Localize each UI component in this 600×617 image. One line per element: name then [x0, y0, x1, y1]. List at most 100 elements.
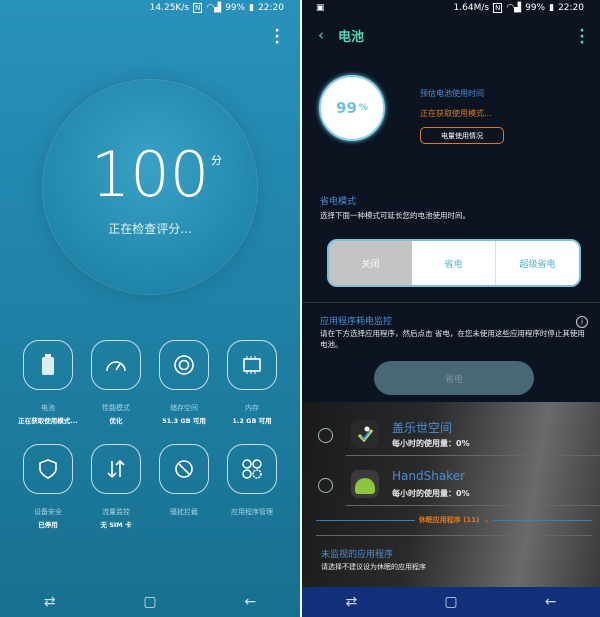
galaxy-space-app-icon — [351, 420, 379, 448]
block-icon — [175, 460, 193, 478]
tile-sub: 优化 — [109, 417, 123, 425]
unmonitored-apps-title[interactable]: 未监视的应用程序 — [321, 547, 393, 560]
tile-memory[interactable]: 内存 1.2 GB 可用 — [218, 340, 286, 425]
score-value: 100 — [90, 138, 210, 211]
more-options-icon[interactable]: · · · — [274, 24, 280, 50]
sleeping-apps-label: 休眠应用程序 (11) — [418, 516, 480, 524]
battery-icon — [42, 354, 54, 375]
tile-sub: 已停用 — [38, 521, 58, 529]
divider — [346, 505, 600, 506]
chevron-down-icon: ⌄ — [483, 516, 490, 524]
app-monitor-desc: 请在下方选择应用程序，然后点击 省电，在您未使用这些应用程序时停止其使用电池。 — [320, 329, 585, 349]
feature-grid: 电池正在获取使用模式... 性能模式优化 储存空间 51.3 GB 可用 内存 1.… — [14, 340, 286, 529]
clock: 22:20 — [258, 3, 284, 13]
tile-block-calls[interactable]: 骚扰拦截 — [150, 444, 218, 528]
device-maintenance-screen: 14.25K/s N ◠▟ 99% ▮ 22:20 · · · 100 分 正在检查… — [0, 0, 300, 617]
save-power-button[interactable]: 省电 — [374, 361, 534, 395]
network-speed: 14.25K/s — [149, 3, 190, 13]
power-saving-title: 省电模式 — [320, 197, 357, 207]
tile-label: 性能模式 — [102, 404, 130, 412]
more-options-icon[interactable]: · · · — [579, 24, 585, 50]
mode-off[interactable]: 关闭 — [329, 241, 412, 285]
back-icon[interactable]: ← — [244, 594, 256, 610]
storage-icon — [174, 355, 194, 375]
power-mode-selector: 关闭 省电 超级省电 — [327, 239, 581, 287]
app-name: 盖乐世空间 — [392, 421, 453, 435]
battery-screen: ▣ 1.64M/s N ◠▟ 99% ▮ 22:20 ‹ 电池 · · · 99% … — [302, 0, 600, 617]
wifi-signal-icon: ◠▟ — [506, 3, 522, 13]
list-item[interactable]: 盖乐世空间 每小时的使用量：0% — [302, 406, 600, 456]
tile-storage[interactable]: 储存空间 51.3 GB 可用 — [150, 340, 218, 425]
app-radio[interactable] — [318, 478, 333, 493]
divider — [302, 302, 600, 303]
tile-performance[interactable]: 性能模式 优化 — [82, 340, 150, 425]
app-bar: ‹ 电池 — [302, 22, 600, 48]
checking-status: 正在检查评分... — [108, 222, 192, 236]
network-speed: 1.64M/s — [453, 3, 490, 13]
clock: 22:20 — [558, 3, 584, 13]
back-arrow-icon[interactable]: ‹ — [318, 26, 324, 44]
tile-label: 应用程序管理 — [231, 508, 273, 516]
memory-chip-icon — [243, 356, 261, 374]
estimate-label: 预估电池使用时间 — [420, 89, 484, 98]
home-icon[interactable]: ▢ — [444, 594, 457, 610]
status-bar: ▣ 1.64M/s N ◠▟ 99% ▮ 22:20 — [302, 0, 600, 16]
app-monitor-title: 应用程序耗电监控 — [320, 317, 393, 327]
navigation-bar: ⇄ ▢ ← — [0, 587, 300, 617]
app-usage: 每小时的使用量：0% — [392, 489, 470, 498]
battery-level: 99% — [525, 3, 546, 13]
battery-level: 99% — [225, 3, 246, 13]
mode-ultra-power-saving[interactable]: 超级省电 — [496, 241, 579, 285]
tile-label: 流量监控 — [102, 508, 130, 516]
shield-icon — [39, 459, 57, 479]
battery-percent: 99 — [336, 99, 357, 117]
score-circle[interactable]: 100 分 正在检查评分... — [43, 80, 257, 294]
battery-status-icon: ▮ — [249, 3, 255, 13]
battery-status-icon: ▮ — [549, 3, 555, 13]
list-item[interactable]: HandShaker 每小时的使用量：0% — [302, 456, 600, 506]
app-usage: 每小时的使用量：0% — [392, 439, 470, 448]
tile-label: 电池 — [41, 404, 55, 412]
navigation-bar: ⇄ ▢ ← — [302, 587, 600, 617]
unmonitored-apps-desc: 请选择不建议设为休眠的应用程序 — [321, 563, 426, 571]
wifi-signal-icon: ◠▟ — [206, 3, 222, 13]
tile-security[interactable]: 设备安全 已停用 — [14, 444, 82, 529]
tile-sub: 正在获取使用模式... — [18, 417, 78, 425]
app-radio[interactable] — [318, 428, 333, 443]
recents-icon[interactable]: ⇄ — [346, 594, 358, 610]
back-icon[interactable]: ← — [545, 594, 557, 610]
home-icon[interactable]: ▢ — [143, 594, 156, 610]
tile-data-monitor[interactable]: 流量监控无 SIM 卡 — [82, 444, 150, 529]
tile-battery[interactable]: 电池正在获取使用模式... — [14, 340, 82, 425]
status-bar: 14.25K/s N ◠▟ 99% ▮ 22:20 — [0, 0, 300, 16]
screenshot-notification-icon: ▣ — [316, 3, 325, 13]
tile-label: 骚扰拦截 — [170, 508, 198, 516]
apps-gear-icon — [242, 459, 262, 479]
mode-power-saving[interactable]: 省电 — [412, 241, 496, 285]
app-name: HandShaker — [392, 469, 466, 483]
usage-mode-status: 正在获取使用模式... — [420, 109, 492, 118]
percent-sign: % — [358, 103, 368, 113]
tile-label: 储存空间 — [170, 404, 198, 412]
divider — [316, 535, 592, 536]
app-list: 盖乐世空间 每小时的使用量：0% HandShaker 每小时的使用量：0% 休… — [302, 402, 600, 587]
battery-percent-circle: 99% — [319, 75, 385, 141]
info-icon[interactable]: i — [576, 316, 588, 328]
recents-icon[interactable]: ⇄ — [44, 594, 56, 610]
tile-sub: 1.2 GB 可用 — [232, 417, 272, 425]
nfc-icon: N — [493, 3, 503, 13]
data-transfer-icon — [107, 460, 125, 478]
tile-sub: 无 SIM 卡 — [100, 521, 132, 529]
power-saving-desc: 选择下面一种模式可延长您的电池使用时间。 — [320, 211, 470, 220]
tile-label: 内存 — [245, 404, 259, 412]
page-title: 电池 — [338, 29, 365, 45]
score-unit: 分 — [211, 154, 222, 167]
sleeping-apps-toggle[interactable]: 休眠应用程序 (11) ⌄ — [316, 515, 593, 525]
speedometer-icon — [106, 361, 126, 372]
tile-app-manager[interactable]: 应用程序管理 — [218, 444, 286, 528]
tile-label: 设备安全 — [34, 508, 62, 516]
android-app-icon — [351, 470, 379, 498]
tile-sub: 51.3 GB 可用 — [162, 417, 206, 425]
battery-usage-button[interactable]: 电量使用情况 — [420, 127, 504, 144]
nfc-icon: N — [193, 3, 203, 13]
